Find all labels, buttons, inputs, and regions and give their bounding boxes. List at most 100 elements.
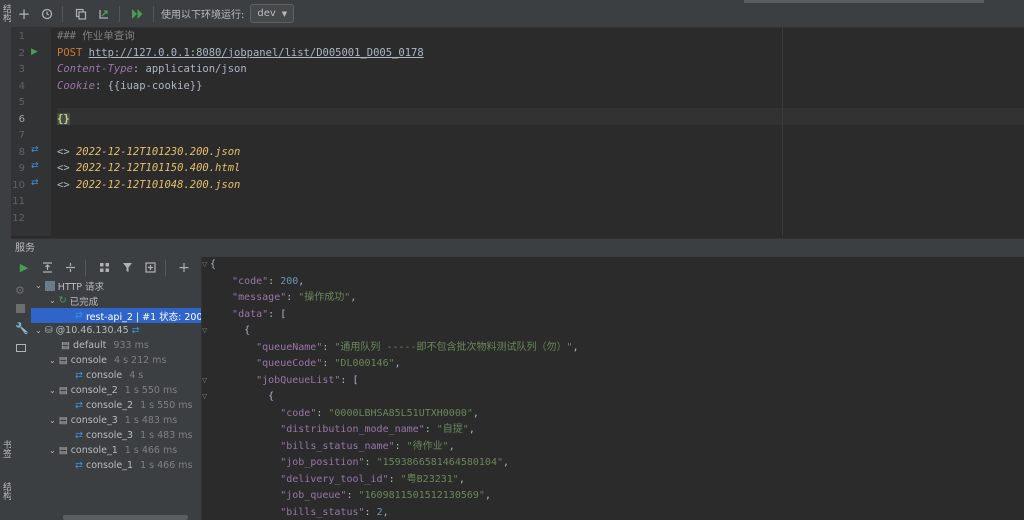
json-line: "job_position": "1593866581464580104",: [280, 457, 510, 468]
group-icon[interactable]: [94, 258, 114, 278]
structure-tab-top[interactable]: 结构: [0, 4, 11, 22]
toolbar-separator: [119, 5, 120, 22]
json-line: {: [220, 391, 275, 402]
code-area[interactable]: ### 作业单查询 POST http://127.0.0.1:8080/job…: [57, 28, 1024, 236]
tree-node-host[interactable]: ⌄ ⛁ @10.46.130.45 ⇄: [35, 323, 140, 338]
tree-node-console[interactable]: ⌄ ▤ console_1 1 s 466 ms: [49, 443, 177, 458]
toolbar-separator: [153, 5, 154, 22]
compare-response-icon[interactable]: ⇄: [31, 161, 39, 171]
request-url[interactable]: http://127.0.0.1:8080/jobpanel/list/D005…: [89, 47, 424, 59]
bookmarks-tab[interactable]: 书签: [0, 440, 11, 458]
tree-node-console[interactable]: ⌄ ▤ console 4 s 212 ms: [49, 353, 166, 368]
tree-node-console-child[interactable]: ⇄ console 4 s: [75, 368, 143, 383]
json-value: 200: [280, 275, 299, 287]
http-editor-toolbar: + 使用以下环境运行: dev ▼: [11, 0, 1024, 28]
env-select[interactable]: dev ▼: [250, 4, 295, 23]
run-all-icon[interactable]: [128, 4, 148, 24]
tree-node-selected-request[interactable]: ⇄ rest-api_2 | #1 状态: 200 (: [31, 308, 201, 323]
tree-label: default: [72, 340, 107, 351]
tree-node-console-child[interactable]: ⇄ console_2 1 s 550 ms: [75, 398, 192, 413]
chevron-down-icon: ⌄: [49, 446, 56, 455]
compare-response-icon[interactable]: ⇄: [31, 145, 39, 155]
tree-node-done[interactable]: ⌄ ↻ 已完成: [49, 293, 98, 308]
json-value: "1593866581464580104": [376, 457, 503, 468]
horizontal-scroll-indicator[interactable]: [744, 0, 984, 3]
collapse-all-icon[interactable]: [60, 258, 80, 278]
history-icon[interactable]: [37, 4, 57, 24]
history-file[interactable]: 2022-12-12T101230.200.json: [76, 146, 240, 158]
refresh-icon: ↻: [58, 295, 67, 306]
wrench-icon[interactable]: 🔧: [15, 322, 29, 335]
tree-label: console_3: [85, 430, 134, 441]
history-prefix: <>: [57, 178, 70, 191]
tree-node-console-child[interactable]: ⇄ console_1 1 s 466 ms: [75, 458, 192, 473]
json-key: "code": [232, 275, 269, 287]
history-file[interactable]: 2022-12-12T101048.200.json: [76, 179, 240, 191]
response-viewer[interactable]: ▽ { "code": 200, "message": "操作成功", "dat…: [201, 257, 1024, 520]
copy-icon[interactable]: [71, 4, 91, 24]
tree-node-console[interactable]: ⌄ ▤ console_3 1 s 483 ms: [49, 413, 177, 428]
convert-icon[interactable]: [94, 4, 114, 24]
request-line: POST http://127.0.0.1:8080/jobpanel/list…: [57, 45, 424, 62]
tree-node-http-root[interactable]: ⌄ HTTP 请求: [35, 278, 104, 293]
tree-node-console[interactable]: ⌄ ▤ console_2 1 s 550 ms: [49, 383, 177, 398]
json-key: "queueName": [256, 341, 323, 353]
run-request-icon[interactable]: ▶: [31, 47, 38, 57]
history-line[interactable]: <> 2022-12-12T101150.400.html: [57, 160, 240, 177]
fold-icon[interactable]: ▽: [202, 392, 207, 402]
json-value: "粤B23231": [400, 473, 459, 485]
toolbar-separator: [85, 259, 86, 276]
layout-icon[interactable]: [16, 344, 26, 352]
http-icon: [44, 280, 55, 291]
fold-icon[interactable]: ▽: [202, 376, 207, 386]
tree-duration: 1 s 466 ms: [124, 445, 178, 456]
json-value: 2: [376, 506, 383, 518]
chevron-down-icon: ⌄: [35, 326, 42, 335]
compare-response-icon[interactable]: ⇄: [31, 178, 39, 188]
chevron-down-icon: ▼: [281, 9, 288, 18]
filter-icon[interactable]: [117, 258, 137, 278]
json-key: "distribution_mode_name": [280, 424, 425, 435]
json-key: "job_queue": [280, 490, 347, 501]
tree-node-default[interactable]: ▤ default 933 ms: [61, 338, 149, 353]
request-icon: ⇄: [75, 370, 83, 381]
history-file[interactable]: 2022-12-12T101150.400.html: [76, 162, 240, 174]
fold-icon[interactable]: ▽: [202, 326, 207, 336]
json-value: "0000LBHSA85L51UTXH0000": [328, 407, 473, 419]
tree-duration: 1 s 483 ms: [140, 430, 193, 441]
tree-duration: 1 s 550 ms: [140, 400, 193, 411]
header-key: Cookie: [57, 79, 95, 92]
structure-tab-bottom[interactable]: 结构: [0, 482, 11, 500]
tree-duration: 1 s 466 ms: [140, 460, 193, 471]
request-body: {}: [57, 111, 70, 128]
tree-duration: 933 ms: [113, 340, 149, 351]
current-line-highlight: [57, 108, 1024, 125]
body-braces: {}: [57, 112, 70, 125]
http-request-editor[interactable]: 1 2 ▶ 3 4 5 6 7 8 ⇄ 9 ⇄ 10 ⇄ 11 12 ### 作…: [11, 28, 1024, 236]
json-key: "job_position": [280, 457, 365, 468]
header-value: {{iuap-cookie}}: [107, 79, 203, 92]
json-value: "自提": [436, 424, 469, 435]
add-service-icon[interactable]: +: [174, 258, 194, 278]
services-side-actions: ⚙ 🔧: [11, 278, 31, 520]
tree-horizontal-scrollbar[interactable]: [63, 515, 188, 520]
services-tree[interactable]: ⌄ HTTP 请求 ⌄ ↻ 已完成 ⇄ rest-api_2 | #1 状态: …: [31, 278, 201, 520]
line-number: 9: [18, 163, 25, 174]
json-value: "1609811501512130569": [358, 490, 485, 501]
expand-all-icon[interactable]: [37, 258, 57, 278]
new-tab-icon[interactable]: [140, 258, 160, 278]
add-icon[interactable]: +: [14, 4, 34, 24]
json-line: "job_queue": "1609811501512130569",: [280, 490, 491, 501]
run-icon[interactable]: ▶: [14, 258, 34, 278]
json-line: "code": "0000LBHSA85L51UTXH0000",: [280, 407, 479, 419]
json-value: "DL000146": [334, 358, 395, 369]
services-toolbar: ▶ +: [11, 257, 201, 278]
stop-icon[interactable]: [16, 304, 25, 313]
fold-icon[interactable]: ▽: [202, 260, 207, 270]
history-line[interactable]: <> 2022-12-12T101230.200.json: [57, 144, 240, 161]
json-line: "code": 200,: [232, 275, 305, 287]
json-line: "queueCode": "DL000146",: [256, 358, 401, 369]
tree-node-console-child[interactable]: ⇄ console_3 1 s 483 ms: [75, 428, 192, 443]
debug-icon[interactable]: ⚙: [15, 284, 25, 297]
history-line[interactable]: <> 2022-12-12T101048.200.json: [57, 177, 240, 194]
